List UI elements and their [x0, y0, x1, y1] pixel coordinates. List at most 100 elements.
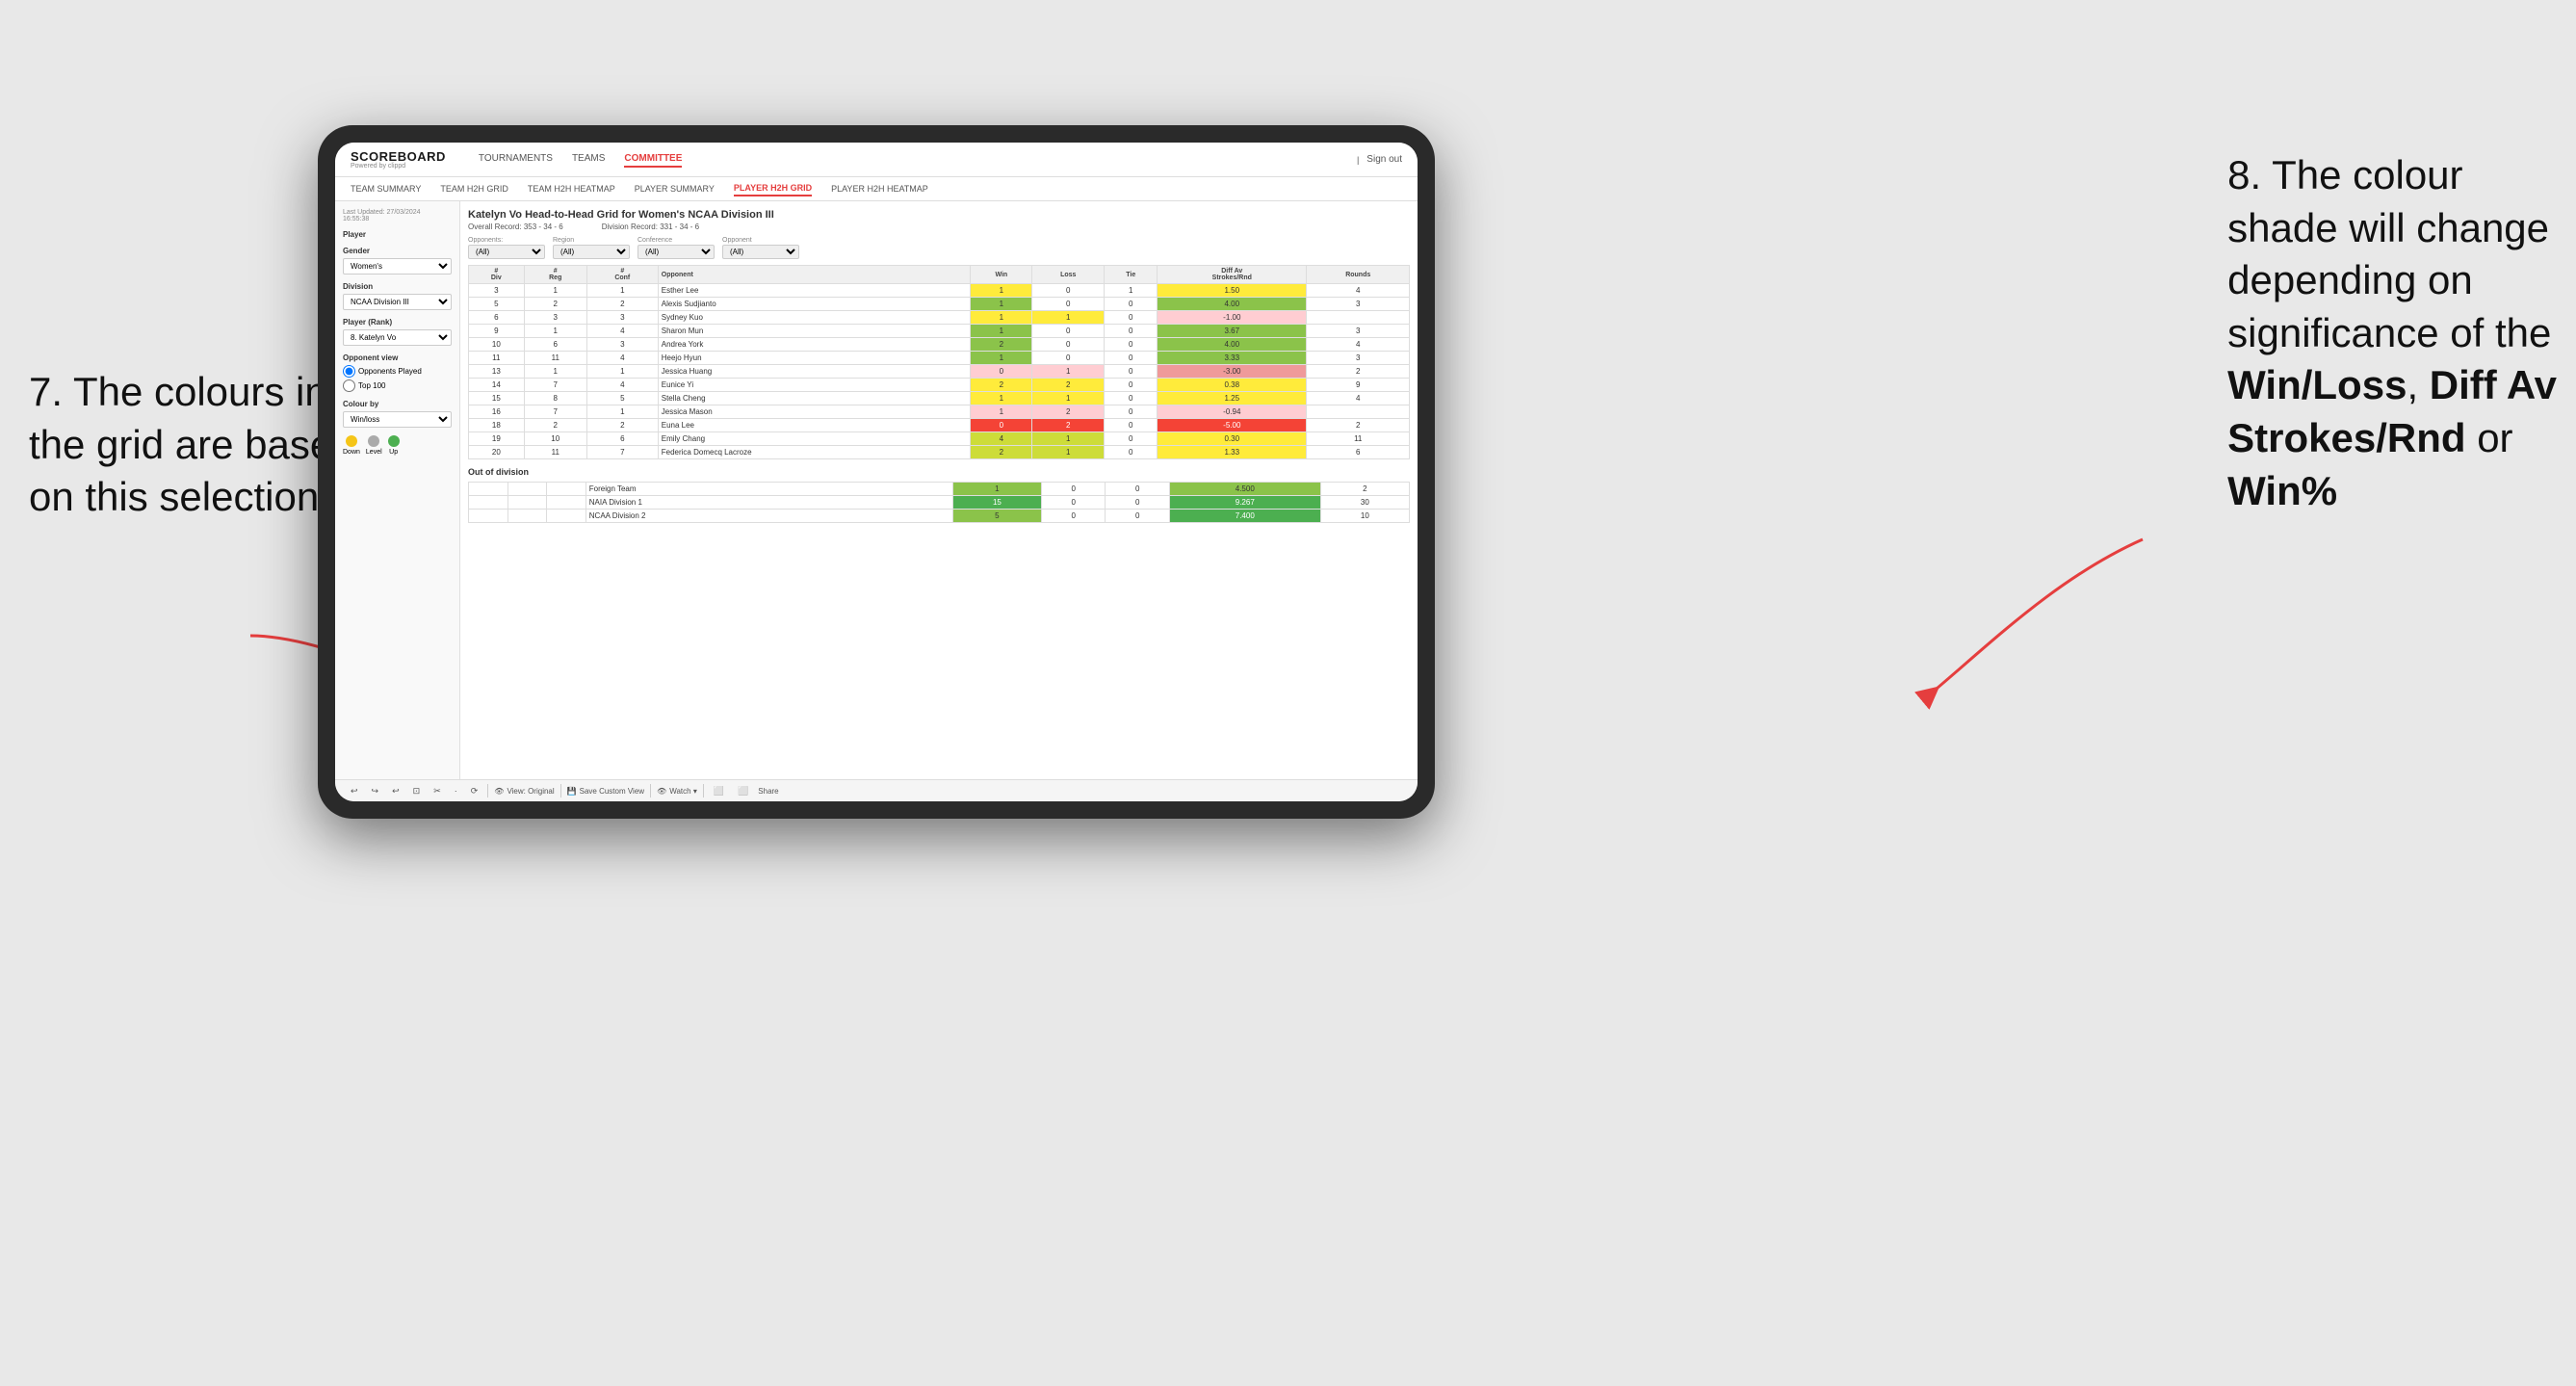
cell-opponent: Eunice Yi [658, 379, 971, 392]
cell-div: 13 [469, 365, 525, 379]
filter-region: Region (All) [553, 237, 630, 259]
cell-loss: 0 [1042, 510, 1106, 523]
subnav-player-h2h-grid[interactable]: PLAYER H2H GRID [734, 181, 812, 196]
cell-reg: 10 [524, 432, 586, 446]
bottom-toolbar: ↩ ↪ ↩ ⊡ ✂ · ⟳ 👁 View: Original 💾 Save Cu… [335, 779, 1418, 801]
toolbar-watch[interactable]: 👁 Watch ▾ [657, 787, 697, 796]
cell-reg [507, 510, 547, 523]
cell-diff: 1.33 [1158, 446, 1307, 459]
cell-opponent: Foreign Team [585, 483, 952, 496]
cell-rounds: 11 [1307, 432, 1410, 446]
sidebar-player-section: Player [343, 230, 452, 239]
cell-rounds: 3 [1307, 352, 1410, 365]
sidebar-playerrank-select[interactable]: 8. Katelyn Vo [343, 329, 452, 346]
toolbar-btn1[interactable]: ⬜ [710, 785, 728, 798]
cell-opponent: Jessica Huang [658, 365, 971, 379]
cell-conf: 2 [586, 419, 658, 432]
table-row: 19 10 6 Emily Chang 4 1 0 0.30 11 [469, 432, 1410, 446]
cell-conf: 1 [586, 365, 658, 379]
subnav-team-h2h-heatmap[interactable]: TEAM H2H HEATMAP [528, 182, 615, 196]
cell-opponent: NAIA Division 1 [585, 496, 952, 510]
annotation-right: 8. The colour shade will changedepending… [2227, 149, 2557, 517]
table-row: 3 1 1 Esther Lee 1 0 1 1.50 4 [469, 284, 1410, 298]
cell-div: 11 [469, 352, 525, 365]
cell-win: 0 [971, 365, 1032, 379]
sidebar-radio-top100[interactable]: Top 100 [343, 379, 452, 392]
toolbar-sep3 [650, 784, 651, 798]
cell-opponent: Alexis Sudjianto [658, 298, 971, 311]
cell-reg: 7 [524, 405, 586, 419]
cell-loss: 1 [1032, 392, 1105, 405]
cell-rounds: 4 [1307, 338, 1410, 352]
cell-div [469, 510, 508, 523]
cell-tie: 0 [1105, 298, 1158, 311]
cell-win: 2 [971, 446, 1032, 459]
subnav-player-h2h-heatmap[interactable]: PLAYER H2H HEATMAP [831, 182, 928, 196]
toolbar-redo[interactable]: ↪ [368, 785, 383, 798]
cell-tie: 0 [1105, 419, 1158, 432]
opponents-filter-select[interactable]: (All) [468, 245, 545, 259]
col-diff: Diff AvStrokes/Rnd [1158, 266, 1307, 284]
toolbar-grid[interactable]: ⊡ [409, 785, 425, 798]
cell-win: 1 [971, 325, 1032, 338]
toolbar-share[interactable]: Share [758, 787, 778, 796]
legend-up-dot [388, 435, 400, 447]
toolbar-save-custom[interactable]: 💾 Save Custom View [567, 787, 644, 796]
sidebar-gender-select[interactable]: Women's [343, 258, 452, 275]
filter-opponents: Opponents: (All) [468, 237, 545, 259]
cell-opponent: Sydney Kuo [658, 311, 971, 325]
cell-reg: 3 [524, 311, 586, 325]
table-body: 3 1 1 Esther Lee 1 0 1 1.50 4 5 2 2 Alex… [469, 284, 1410, 459]
toolbar-undo2[interactable]: ↩ [388, 785, 403, 798]
region-filter-select[interactable]: (All) [553, 245, 630, 259]
cell-win: 1 [971, 392, 1032, 405]
cell-diff: 9.267 [1169, 496, 1320, 510]
cell-diff: 0.38 [1158, 379, 1307, 392]
cell-div: 18 [469, 419, 525, 432]
toolbar-cut[interactable]: ✂ [429, 785, 445, 798]
nav-teams[interactable]: TEAMS [572, 151, 605, 168]
subnav-team-summary[interactable]: TEAM SUMMARY [351, 182, 421, 196]
table-row: 18 2 2 Euna Lee 0 2 0 -5.00 2 [469, 419, 1410, 432]
cell-opponent: NCAA Division 2 [585, 510, 952, 523]
table-header-row: #Div #Reg #Conf Opponent Win Loss Tie Di… [469, 266, 1410, 284]
cell-win: 1 [952, 483, 1041, 496]
cell-rounds: 3 [1307, 298, 1410, 311]
cell-loss: 2 [1032, 405, 1105, 419]
cell-div: 14 [469, 379, 525, 392]
cell-win: 4 [971, 432, 1032, 446]
sidebar-division-select[interactable]: NCAA Division III [343, 294, 452, 310]
toolbar-view-original[interactable]: 👁 View: Original [494, 787, 554, 796]
nav-right: | Sign out [1357, 152, 1402, 167]
cell-rounds: 10 [1320, 510, 1409, 523]
filters-row: Opponents: (All) Region (All) Conference [468, 237, 1410, 259]
cell-tie: 0 [1106, 510, 1169, 523]
cell-reg: 7 [524, 379, 586, 392]
subnav-player-summary[interactable]: PLAYER SUMMARY [635, 182, 715, 196]
nav-signout[interactable]: Sign out [1366, 152, 1402, 167]
annotation-left: 7. The colours inthe grid are basedon th… [29, 366, 355, 524]
sidebar-colourby-select[interactable]: Win/loss [343, 411, 452, 428]
filter-opponent: Opponent (All) [722, 237, 799, 259]
cell-diff: 1.50 [1158, 284, 1307, 298]
subnav-team-h2h-grid[interactable]: TEAM H2H GRID [440, 182, 508, 196]
conference-filter-select[interactable]: (All) [637, 245, 715, 259]
cell-div: 9 [469, 325, 525, 338]
cell-tie: 0 [1106, 496, 1169, 510]
cell-conf: 4 [586, 352, 658, 365]
toolbar-dot[interactable]: · [451, 785, 461, 797]
toolbar-refresh[interactable]: ⟳ [467, 785, 482, 798]
table-row: Foreign Team 1 0 0 4.500 2 [469, 483, 1410, 496]
toolbar-undo[interactable]: ↩ [347, 785, 362, 798]
opponent-filter-select[interactable]: (All) [722, 245, 799, 259]
nav-tournaments[interactable]: TOURNAMENTS [479, 151, 553, 168]
cell-diff: 4.00 [1158, 338, 1307, 352]
cell-tie: 0 [1105, 365, 1158, 379]
cell-win: 1 [971, 311, 1032, 325]
legend-level-dot [368, 435, 379, 447]
sidebar-radio-opponents-played[interactable]: Opponents Played [343, 365, 452, 378]
cell-tie: 0 [1105, 446, 1158, 459]
toolbar-btn2[interactable]: ⬜ [734, 785, 752, 798]
nav-committee[interactable]: COMMITTEE [624, 151, 682, 168]
cell-reg: 1 [524, 365, 586, 379]
